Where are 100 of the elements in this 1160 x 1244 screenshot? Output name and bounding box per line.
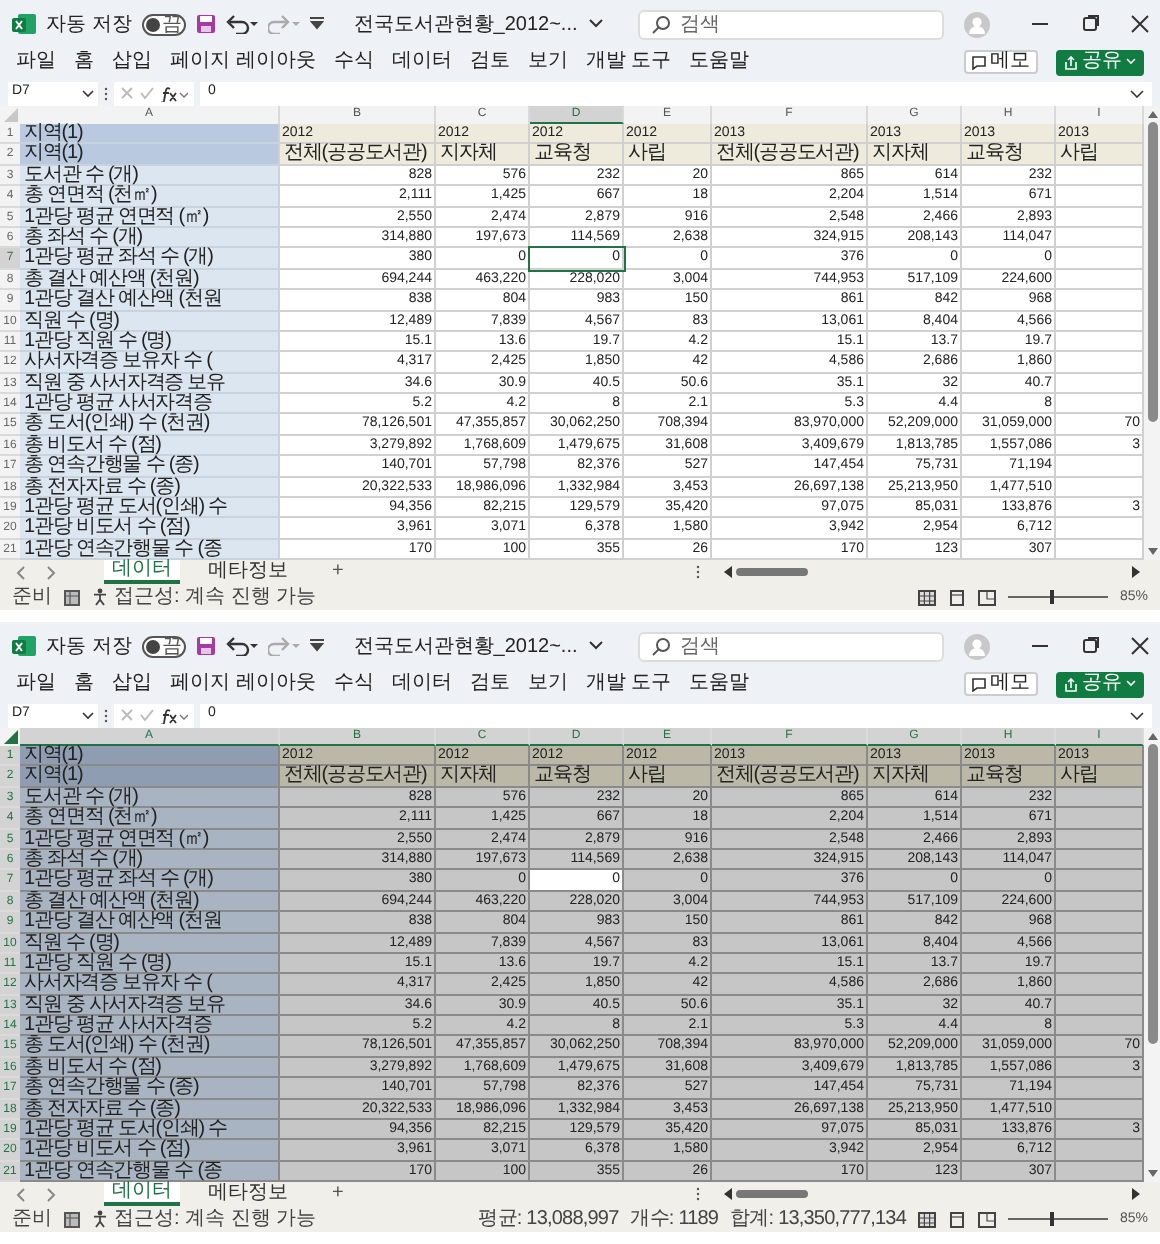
- caret-icon: [82, 89, 94, 97]
- row-label-cell: 1관당 평균 연면적 (㎡): [20, 829, 280, 850]
- search-input[interactable]: 검색: [679, 631, 930, 661]
- zoom-slider[interactable]: [1007, 590, 1108, 605]
- undo-icon[interactable]: [225, 636, 258, 656]
- expand-caret-icon[interactable]: [1130, 89, 1144, 97]
- scroll-up-icon[interactable]: [1147, 732, 1157, 740]
- search-field[interactable]: 검색: [637, 631, 944, 661]
- menu-item[interactable]: 수식: [333, 672, 374, 696]
- save-icon[interactable]: [195, 636, 216, 656]
- sheet-tab[interactable]: 데이터: [104, 1182, 180, 1207]
- check-icon[interactable]: [140, 708, 154, 722]
- memo-button[interactable]: 메모: [964, 672, 1038, 696]
- sheet-stats-icon[interactable]: [64, 1211, 80, 1228]
- status-summary[interactable]: 평균: 13,088,997: [478, 1209, 619, 1230]
- page-break-icon[interactable]: [977, 589, 996, 606]
- table-cell: 사립: [1056, 144, 1144, 166]
- menu-item[interactable]: 개발 도구: [585, 50, 672, 74]
- menu-item[interactable]: 홈: [74, 672, 94, 696]
- normal-view-icon[interactable]: [917, 589, 936, 606]
- menu-item[interactable]: 데이터: [391, 672, 452, 696]
- next-sheet-icon[interactable]: [46, 565, 56, 580]
- scrollbar-thumb[interactable]: [1147, 122, 1157, 422]
- menu-item[interactable]: 도움말: [689, 50, 750, 74]
- share-button[interactable]: 공유: [1056, 671, 1144, 697]
- page-layout-icon[interactable]: [947, 589, 966, 606]
- page-layout-icon[interactable]: [947, 1211, 966, 1228]
- menu-item[interactable]: 보기: [527, 50, 568, 74]
- menu-item[interactable]: 검토: [469, 50, 510, 74]
- function-icon[interactable]: [160, 707, 188, 723]
- menu-item[interactable]: 파일: [16, 50, 56, 74]
- accessibility-icon[interactable]: [92, 588, 110, 607]
- save-icon[interactable]: [195, 14, 216, 34]
- previous-sheet-icon[interactable]: [16, 1187, 26, 1202]
- expand-caret-icon[interactable]: [1130, 711, 1144, 719]
- check-icon[interactable]: [140, 86, 154, 100]
- table-cell: 교육청: [530, 766, 624, 788]
- accessibility-status[interactable]: 접근성: 계속 진행 가능: [114, 1209, 317, 1230]
- file-name[interactable]: 전국도서관현황_2012~...: [353, 631, 578, 661]
- menu-item[interactable]: 페이지 레이아웃: [170, 672, 316, 696]
- add-sheet-button[interactable]: +: [332, 562, 344, 583]
- next-sheet-icon[interactable]: [46, 1187, 56, 1202]
- memo-button[interactable]: 메모: [964, 50, 1038, 74]
- table-cell: 교육청: [962, 766, 1056, 788]
- menu-item[interactable]: 파일: [16, 672, 56, 696]
- search-field[interactable]: 검색: [637, 9, 944, 39]
- row-label-cell: 사서자격증 보유자 수 (: [20, 352, 280, 374]
- scrollbar-thumb[interactable]: [1147, 744, 1157, 1044]
- table-cell: 교육청: [962, 144, 1056, 166]
- file-name[interactable]: 전국도서관현황_2012~...: [353, 9, 578, 39]
- row-label-cell: 직원 중 사서자격증 보유: [20, 373, 280, 395]
- add-sheet-button[interactable]: +: [332, 1184, 344, 1205]
- accessibility-status[interactable]: 접근성: 계속 진행 가능: [114, 587, 317, 608]
- share-button[interactable]: 공유: [1056, 49, 1144, 75]
- menu-item[interactable]: 삽입: [112, 50, 152, 74]
- menu-item[interactable]: 검토: [469, 672, 510, 696]
- restore-icon[interactable]: [1077, 14, 1102, 34]
- function-icon[interactable]: [160, 85, 188, 101]
- accessibility-icon[interactable]: [92, 1210, 110, 1229]
- close-icon[interactable]: [1127, 14, 1152, 34]
- table-cell: [1056, 787, 1144, 809]
- customize-caret-icon[interactable]: [309, 638, 324, 654]
- search-input[interactable]: 검색: [679, 9, 930, 39]
- zoom-slider[interactable]: [1007, 1212, 1108, 1227]
- table-cell: [1056, 849, 1144, 871]
- menu-item[interactable]: 보기: [527, 672, 568, 696]
- table-cell: 전체(공공도서관): [280, 144, 436, 166]
- scroll-up-icon[interactable]: [1147, 110, 1157, 118]
- normal-view-icon[interactable]: [917, 1211, 936, 1228]
- search-icon: [651, 637, 670, 655]
- page-break-icon[interactable]: [977, 1211, 996, 1228]
- previous-sheet-icon[interactable]: [16, 565, 26, 580]
- menu-item[interactable]: 삽입: [112, 672, 152, 696]
- autosave-toggle[interactable]: 끔: [141, 13, 186, 35]
- caret-icon[interactable]: [587, 18, 604, 30]
- table-cell: 전체(공공도서관): [712, 766, 868, 788]
- row-label-cell: 총 좌석 수 (개): [20, 849, 280, 871]
- menu-item[interactable]: 페이지 레이아웃: [170, 50, 316, 74]
- sheet-tab[interactable]: 데이터: [104, 560, 180, 585]
- sheet-tab[interactable]: 메타정보: [200, 1184, 296, 1205]
- close-icon[interactable]: [1127, 636, 1152, 656]
- sheet-tab[interactable]: 메타정보: [200, 562, 296, 583]
- share-icon: [1064, 677, 1078, 691]
- restore-icon[interactable]: [1077, 636, 1102, 656]
- autosave-toggle[interactable]: 끔: [141, 635, 186, 657]
- menu-item[interactable]: 데이터: [391, 50, 452, 74]
- comment-icon: [972, 677, 986, 691]
- status-summary[interactable]: 개수: 1189: [630, 1209, 719, 1230]
- table-cell: [1056, 1140, 1144, 1162]
- sheet-stats-icon[interactable]: [64, 589, 80, 606]
- undo-icon[interactable]: [225, 14, 258, 34]
- row-label-cell: 직원 수 (명): [20, 933, 280, 954]
- menu-item[interactable]: 홈: [74, 50, 94, 74]
- menu-item[interactable]: 수식: [333, 50, 374, 74]
- status-summary[interactable]: 합계: 13,350,777,134: [730, 1209, 906, 1230]
- menu-item[interactable]: 도움말: [689, 672, 750, 696]
- customize-caret-icon[interactable]: [309, 16, 324, 32]
- caret-icon[interactable]: [587, 640, 604, 652]
- menu-item[interactable]: 개발 도구: [585, 672, 672, 696]
- row-label-cell: 1관당 결산 예산액 (천원: [20, 912, 280, 934]
